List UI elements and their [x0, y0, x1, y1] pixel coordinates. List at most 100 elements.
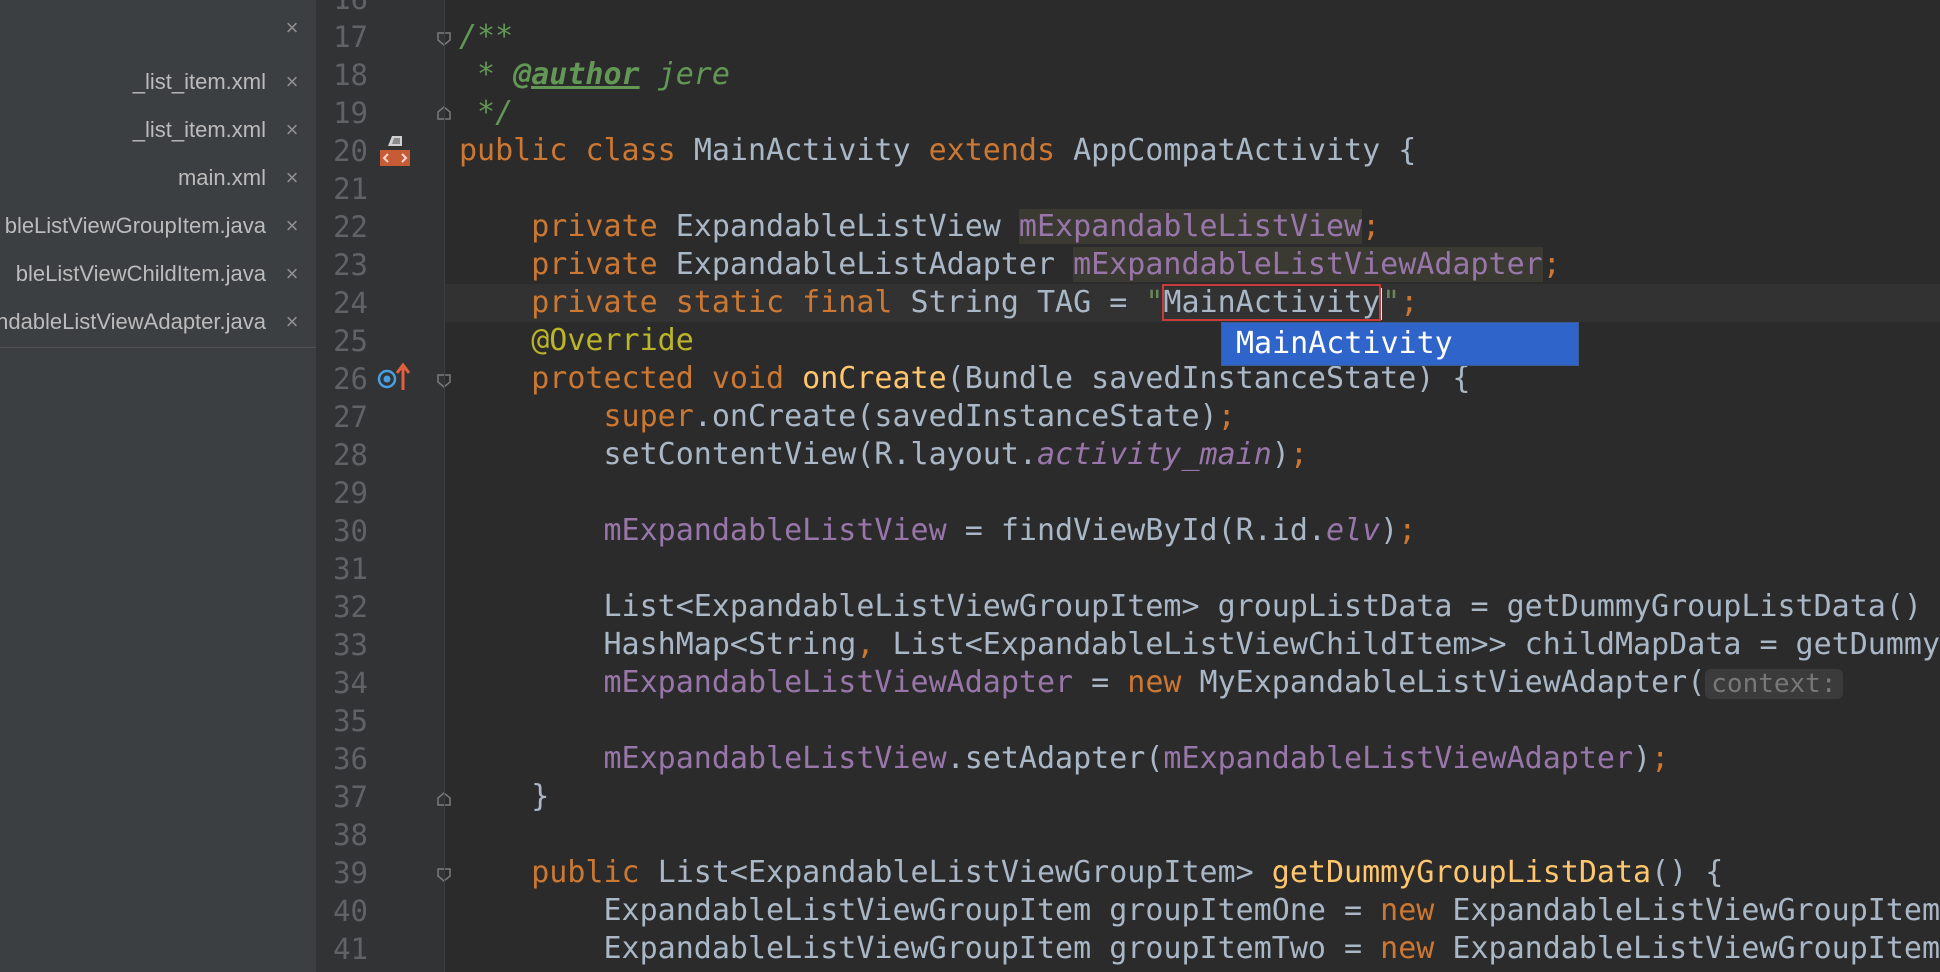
keyword: extends	[928, 133, 1074, 168]
keyword: class	[585, 133, 694, 168]
code-line[interactable]: super.onCreate(savedInstanceState);	[459, 398, 1236, 436]
code-line[interactable]: mExpandableListView = findViewById(R.id.…	[459, 512, 1416, 550]
keyword: new	[1127, 665, 1200, 700]
line-number: 35	[333, 704, 368, 738]
line-number: 18	[333, 58, 368, 92]
code-line[interactable]: private static final String TAG = "MainA…	[459, 284, 1418, 322]
resource-reference: activity_main	[1036, 437, 1272, 472]
semicolon: ;	[1651, 741, 1670, 776]
parameter-list: (Bundle savedInstanceState) {	[946, 361, 1471, 396]
line-number: 38	[333, 818, 368, 852]
keyword: private	[459, 247, 676, 282]
field-name: mExpandableListView	[459, 741, 947, 776]
close-icon[interactable]: ×	[280, 110, 304, 150]
code-line[interactable]: /**	[459, 18, 513, 56]
close-icon[interactable]: ×	[280, 206, 304, 246]
semicolon: ;	[1542, 247, 1561, 282]
field-name: mExpandableListView	[1018, 209, 1363, 244]
statement: ExpandableListViewGroupItem groupItemOne…	[459, 893, 1381, 928]
line-number: 21	[333, 172, 368, 206]
string-quote: "	[1145, 285, 1164, 320]
string-quote: "	[1382, 285, 1401, 320]
field-name: mExpandableListViewAdapter	[1073, 247, 1543, 282]
code-line[interactable]: HashMap<String, List<ExpandableListViewC…	[459, 626, 1940, 664]
file-tab-label[interactable]: ndableListViewAdapter.java	[0, 302, 266, 342]
code-line[interactable]: */	[459, 94, 513, 132]
file-tab-label[interactable]: _list_item.xml	[133, 110, 266, 150]
code-line[interactable]: public List<ExpandableListViewGroupItem>…	[459, 854, 1723, 892]
line-number: 25	[333, 324, 368, 358]
statement: ExpandableListViewGroupItem groupItemTwo…	[459, 931, 1381, 966]
code-line[interactable]: setContentView(R.layout.activity_main);	[459, 436, 1308, 474]
doc-tag: @author	[513, 57, 640, 92]
code-line[interactable]: mExpandableListView.setAdapter(mExpandab…	[459, 740, 1669, 778]
open-files-panel: × _list_item.xml × _list_item.xml × main…	[0, 0, 316, 972]
line-number: 26	[333, 362, 368, 396]
code-line[interactable]: * @author jere	[459, 56, 730, 94]
code-line[interactable]: @Override	[459, 322, 694, 360]
code-line[interactable]: List<ExpandableListViewGroupItem> groupL…	[459, 588, 1922, 626]
line-number: 19	[333, 96, 368, 130]
doc-comment: jere	[639, 57, 730, 92]
line-number: 28	[333, 438, 368, 472]
file-tab-item[interactable]: bleListViewChildItem.java ×	[0, 254, 316, 294]
keyword: private static final	[459, 285, 911, 320]
method-name: onCreate	[802, 361, 947, 396]
line-number: 17	[333, 20, 368, 54]
paren: )	[1380, 513, 1399, 548]
code-line[interactable]: mExpandableListViewAdapter = new MyExpan…	[459, 664, 1843, 702]
suggestion-item[interactable]: MainActivity	[1236, 323, 1453, 365]
file-tab-item[interactable]: bleListViewGroupItem.java ×	[0, 206, 316, 246]
field-name: mExpandableListViewAdapter	[1163, 741, 1634, 776]
file-tab-item[interactable]: main.xml ×	[0, 158, 316, 198]
close-icon[interactable]: ×	[280, 8, 304, 48]
method-name: getDummyGroupListData	[1271, 855, 1652, 890]
line-number: 33	[333, 628, 368, 662]
code-line[interactable]: ExpandableListViewGroupItem groupItemTwo…	[459, 930, 1940, 968]
file-tab-item[interactable]: _list_item.xml ×	[0, 62, 316, 102]
editor-gutter[interactable]: 16 17 18 19 20 21 22 23 24 25 26 27 28 2…	[316, 0, 451, 972]
code-line[interactable]: private ExpandableListAdapter mExpandabl…	[459, 246, 1561, 284]
line-number: 31	[333, 552, 368, 586]
keyword: public	[459, 855, 658, 890]
close-icon[interactable]: ×	[280, 62, 304, 102]
code-line[interactable]: private ExpandableListView mExpandableLi…	[459, 208, 1380, 246]
file-tab-item[interactable]: ×	[0, 8, 316, 48]
code-line[interactable]: ExpandableListViewGroupItem groupItemOne…	[459, 892, 1940, 930]
file-tab-label[interactable]: main.xml	[178, 158, 266, 198]
file-tab-label[interactable]: bleListViewChildItem.java	[16, 254, 266, 294]
statement: List<ExpandableListViewChildItem>> child…	[892, 627, 1940, 662]
rename-suggestion-popup[interactable]: MainActivity	[1221, 322, 1579, 366]
parameter-list: () {	[1651, 855, 1724, 890]
semicolon: ;	[1217, 399, 1236, 434]
file-tab-label[interactable]: bleListViewGroupItem.java	[5, 206, 266, 246]
type-name: ExpandableListAdapter	[675, 247, 1074, 282]
code-editor[interactable]: /** * @author jere */ public class MainA…	[445, 0, 1940, 972]
field-name: mExpandableListViewAdapter	[459, 665, 1074, 700]
file-tab-label[interactable]: _list_item.xml	[133, 62, 266, 102]
line-number: 24	[333, 286, 368, 320]
statement: HashMap<String	[459, 627, 857, 662]
method-call: .onCreate(savedInstanceState)	[693, 399, 1218, 434]
semicolon: ;	[1289, 437, 1308, 472]
rename-field[interactable]: MainActivity	[1162, 284, 1382, 321]
keyword: protected void	[459, 361, 803, 396]
constructor-call: ExpandableListViewGroupItem(	[1452, 931, 1940, 966]
file-tab-item[interactable]: _list_item.xml ×	[0, 110, 316, 150]
close-icon[interactable]: ×	[280, 158, 304, 198]
file-tab-item[interactable]: ndableListViewAdapter.java ×	[0, 302, 316, 342]
superclass-name: AppCompatActivity {	[1073, 133, 1417, 168]
constructor-call: ExpandableListViewGroupItem(	[1452, 893, 1940, 928]
line-number: 39	[333, 856, 368, 890]
constructor-call: MyExpandableListViewAdapter(	[1199, 665, 1706, 700]
line-number: 41	[333, 932, 368, 966]
type-name: List<ExpandableListViewGroupItem>	[657, 855, 1272, 890]
close-icon[interactable]: ×	[280, 254, 304, 294]
code-line[interactable]: public class MainActivity extends AppCom…	[459, 132, 1416, 170]
layout-file-icon[interactable]	[378, 134, 412, 170]
override-method-icon[interactable]	[376, 362, 412, 392]
close-icon[interactable]: ×	[280, 302, 304, 342]
line-number: 22	[333, 210, 368, 244]
code-line[interactable]: }	[459, 778, 549, 816]
keyword: public	[459, 133, 586, 168]
